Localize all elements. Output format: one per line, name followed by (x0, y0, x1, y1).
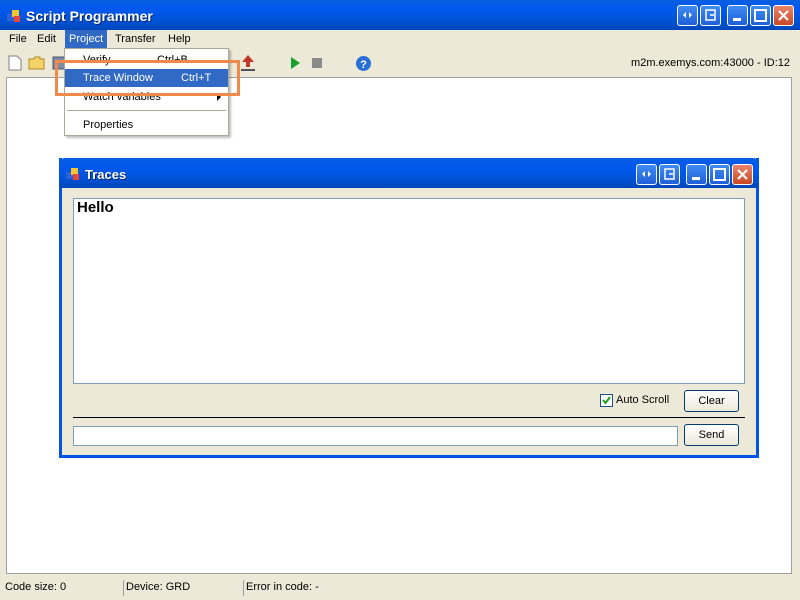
status-error: Error in code: - (243, 580, 446, 596)
status-device: Device: GRD (123, 580, 241, 596)
maximize-button[interactable] (750, 5, 771, 26)
minimize-button[interactable] (727, 5, 748, 26)
traces-title-bar[interactable]: Traces (59, 158, 759, 188)
tile-button[interactable] (677, 5, 698, 26)
maximize-icon (713, 168, 726, 181)
menu-item-label: Properties (83, 119, 134, 131)
traces-window-list-button[interactable] (659, 164, 680, 185)
server-info: m2m.exemys.com:43000 - ID:12 (631, 57, 790, 69)
maximize-icon (754, 9, 767, 22)
help-icon[interactable]: ? (355, 55, 372, 72)
traces-title: Traces (85, 167, 127, 182)
menu-project[interactable]: Project (65, 30, 108, 49)
window-title: Script Programmer (26, 8, 153, 24)
annotation-highlight (55, 60, 240, 96)
run-icon[interactable] (288, 56, 302, 70)
trace-output[interactable]: Hello (73, 198, 745, 384)
svg-text:?: ? (360, 59, 367, 71)
window-list-button[interactable] (700, 5, 721, 26)
open-folder-icon[interactable] (28, 56, 46, 70)
close-button[interactable] (773, 5, 794, 26)
auto-scroll-label: Auto Scroll (616, 394, 670, 406)
menu-file[interactable]: File (5, 30, 31, 49)
menu-item-properties[interactable]: Properties (65, 116, 228, 134)
title-bar[interactable]: Script Programmer (0, 0, 800, 30)
stop-icon[interactable] (311, 57, 323, 69)
send-input[interactable] (73, 426, 678, 446)
app-icon (7, 10, 20, 22)
menu-edit[interactable]: Edit (33, 30, 60, 49)
separator (73, 417, 745, 418)
traces-minimize-button[interactable] (686, 164, 707, 185)
close-icon (737, 169, 748, 180)
window-list-icon (664, 168, 675, 180)
menu-transfer[interactable]: Transfer (111, 30, 160, 49)
menu-help[interactable]: Help (164, 30, 195, 49)
tile-icon (642, 171, 651, 177)
menu-separator (67, 110, 226, 111)
traces-window-icon (66, 168, 79, 180)
clear-button[interactable]: Clear (684, 390, 739, 412)
window-list-icon (705, 9, 716, 21)
auto-scroll-checkbox[interactable] (600, 394, 613, 407)
minimize-icon (692, 177, 700, 180)
traces-close-button[interactable] (732, 164, 753, 185)
traces-maximize-button[interactable] (709, 164, 730, 185)
checkmark-icon (602, 396, 611, 405)
close-icon (778, 10, 789, 21)
send-button[interactable]: Send (684, 424, 739, 446)
trace-output-text: Hello (77, 199, 114, 216)
new-file-icon[interactable] (8, 55, 22, 71)
status-bar: Code size: 0 Device: GRD Error in code: … (0, 578, 800, 600)
tile-icon (683, 12, 692, 18)
upload-icon[interactable] (240, 54, 256, 72)
minimize-icon (733, 18, 741, 21)
menu-bar: File Edit Project Transfer Help (0, 30, 800, 49)
traces-tile-button[interactable] (636, 164, 657, 185)
status-code-size: Code size: 0 (5, 581, 67, 593)
